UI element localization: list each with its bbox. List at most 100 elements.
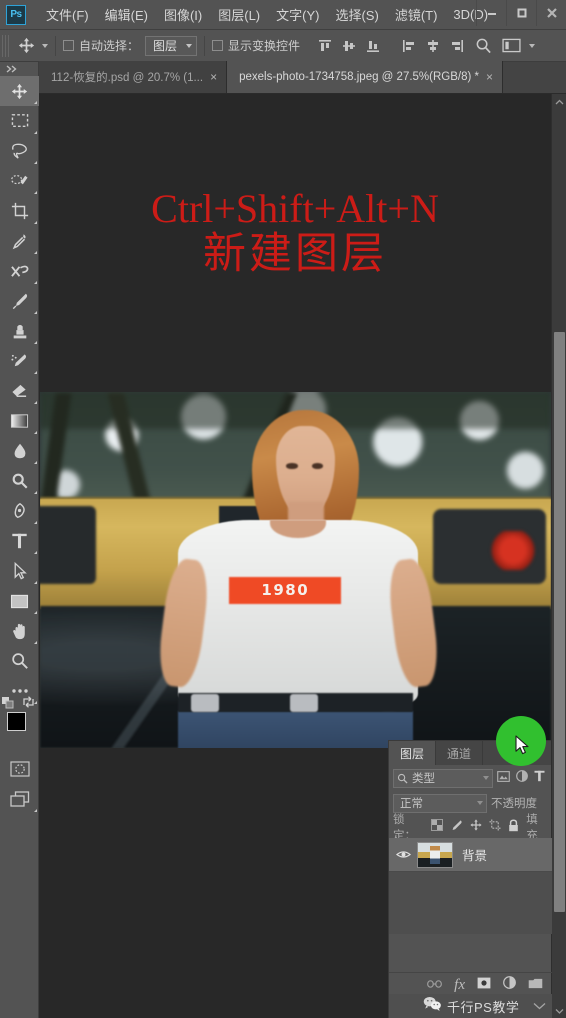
active-tool-preview-move-tool[interactable] bbox=[13, 34, 39, 58]
brush-tool[interactable] bbox=[0, 286, 39, 316]
zoom-tool[interactable] bbox=[0, 646, 39, 676]
swap-colors-icon[interactable] bbox=[22, 696, 35, 711]
auto-select-label: 自动选择： bbox=[79, 39, 140, 53]
lock-transparent-pixels-icon[interactable] bbox=[431, 819, 444, 834]
auto-select-target-dropdown[interactable]: 图层 bbox=[145, 35, 198, 56]
rectangular-marquee-tool[interactable] bbox=[0, 106, 39, 136]
layer-thumbnail[interactable] bbox=[417, 841, 453, 868]
gradient-icon bbox=[10, 414, 29, 428]
menu-file[interactable]: 文件(F) bbox=[38, 2, 97, 27]
lock-image-pixels-icon[interactable] bbox=[450, 819, 463, 835]
canvas-vertical-scrollbar[interactable] bbox=[551, 94, 566, 1018]
screen-mode-icon bbox=[9, 790, 29, 807]
foreground-color-swatch[interactable] bbox=[7, 712, 26, 731]
eyedropper-tool[interactable] bbox=[0, 226, 39, 256]
tool-preset-chevron-down-icon[interactable] bbox=[42, 43, 48, 48]
new-adjustment-layer-icon[interactable] bbox=[503, 976, 516, 994]
chevron-down-icon bbox=[477, 801, 483, 805]
panel-tab-layers[interactable]: 图层 bbox=[389, 741, 437, 765]
scroll-down-arrow-button[interactable] bbox=[552, 1003, 566, 1018]
align-left-edges-button[interactable] bbox=[398, 35, 420, 57]
layer-list-empty-area bbox=[389, 872, 552, 934]
new-group-icon[interactable] bbox=[528, 976, 543, 994]
brush-icon bbox=[12, 293, 27, 310]
move-tool[interactable] bbox=[0, 76, 39, 106]
healing-brush-tool[interactable] bbox=[0, 256, 39, 286]
tools-panel-collapse-button[interactable] bbox=[0, 62, 38, 76]
quick-mask-button[interactable] bbox=[0, 754, 39, 784]
menu-select[interactable]: 选择(S) bbox=[327, 2, 386, 27]
blur-tool[interactable] bbox=[0, 436, 39, 466]
tool-flyout-triangle-icon bbox=[34, 311, 37, 314]
layer-filter-row: 类型 bbox=[389, 765, 551, 791]
scroll-up-arrow-button[interactable] bbox=[552, 94, 566, 109]
align-right-edges-button[interactable] bbox=[446, 35, 468, 57]
lock-artboard-nesting-icon[interactable] bbox=[489, 819, 501, 834]
pen-tool[interactable] bbox=[0, 496, 39, 526]
layer-filter-type-dropdown[interactable]: 类型 bbox=[393, 768, 493, 788]
photo-eye-right bbox=[311, 463, 324, 469]
filter-image-icon[interactable] bbox=[497, 769, 510, 787]
menu-image[interactable]: 图像(I) bbox=[156, 2, 210, 27]
quick-selection-icon bbox=[11, 174, 28, 185]
vertical-scroll-thumb[interactable] bbox=[554, 332, 565, 912]
eraser-tool[interactable] bbox=[0, 376, 39, 406]
minimize-button[interactable] bbox=[476, 0, 506, 26]
tool-flyout-triangle-icon bbox=[34, 101, 37, 104]
add-layer-mask-icon[interactable] bbox=[477, 976, 491, 994]
photo-belt-buckle-1 bbox=[190, 693, 219, 712]
search-button[interactable] bbox=[472, 35, 494, 57]
lock-row: 锁定： 填充 bbox=[389, 814, 551, 842]
tab-close-icon[interactable]: × bbox=[486, 71, 493, 83]
history-brush-tool[interactable] bbox=[0, 346, 39, 376]
tool-flyout-triangle-icon bbox=[34, 641, 37, 644]
options-bar-grip[interactable] bbox=[2, 34, 9, 57]
layer-visibility-eye-icon[interactable] bbox=[389, 849, 417, 860]
arrange-documents-button[interactable] bbox=[500, 35, 522, 57]
align-vertical-centers-icon bbox=[343, 40, 356, 51]
close-button[interactable] bbox=[536, 0, 566, 26]
dodge-tool[interactable] bbox=[0, 466, 39, 496]
panel-tab-channels[interactable]: 通道 bbox=[436, 741, 484, 765]
lasso-tool[interactable] bbox=[0, 136, 39, 166]
options-overflow-chevron-down-icon[interactable] bbox=[529, 43, 536, 48]
horizontal-type-tool[interactable] bbox=[0, 526, 39, 556]
align-top-edges-button[interactable] bbox=[314, 35, 336, 57]
menu-edit[interactable]: 编辑(E) bbox=[97, 2, 156, 27]
photo-woman-1980-tshirt: 1980 bbox=[40, 392, 551, 748]
align-horizontal-centers-button[interactable] bbox=[422, 35, 444, 57]
lock-position-icon[interactable] bbox=[470, 819, 482, 834]
layer-style-fx-icon[interactable]: fx bbox=[454, 977, 465, 994]
tab-112-recovered-psd[interactable]: 112-恢复的.psd @ 20.7% (1... × bbox=[39, 61, 228, 93]
clone-stamp-tool[interactable] bbox=[0, 316, 39, 346]
tab-pexels-photo[interactable]: pexels-photo-1734758.jpeg @ 27.5%(RGB/8)… bbox=[227, 61, 504, 93]
blend-mode-value: 正常 bbox=[400, 798, 423, 810]
hand-tool[interactable] bbox=[0, 616, 39, 646]
chevron-down-icon[interactable] bbox=[533, 997, 546, 1015]
align-vertical-centers-button[interactable] bbox=[338, 35, 360, 57]
pen-icon bbox=[14, 502, 25, 519]
link-layers-icon[interactable] bbox=[427, 976, 443, 994]
filter-adjustment-icon[interactable] bbox=[516, 769, 528, 787]
quick-selection-tool[interactable] bbox=[0, 166, 39, 196]
lock-all-icon[interactable] bbox=[508, 818, 519, 835]
menu-layer[interactable]: 图层(L) bbox=[210, 2, 268, 27]
watermark-text: 千行PS教学 bbox=[447, 999, 520, 1015]
wechat-icon bbox=[423, 996, 442, 1016]
menu-filter[interactable]: 滤镜(T) bbox=[387, 2, 446, 27]
options-separator-2 bbox=[204, 35, 206, 56]
screen-mode-button[interactable] bbox=[0, 784, 39, 814]
show-transform-controls-checkbox[interactable] bbox=[212, 40, 224, 51]
layer-row-background[interactable]: 背景 bbox=[389, 838, 552, 872]
filter-type-icon[interactable] bbox=[534, 769, 545, 787]
maximize-button[interactable] bbox=[506, 0, 536, 26]
crop-tool[interactable] bbox=[0, 196, 39, 226]
auto-select-checkbox[interactable] bbox=[63, 40, 74, 51]
rectangle-tool[interactable] bbox=[0, 586, 39, 616]
opacity-label: 不透明度 bbox=[491, 798, 537, 810]
menu-type[interactable]: 文字(Y) bbox=[268, 2, 327, 27]
align-bottom-edges-button[interactable] bbox=[362, 35, 384, 57]
path-selection-tool[interactable] bbox=[0, 556, 39, 586]
tab-close-icon[interactable]: × bbox=[210, 71, 217, 83]
gradient-tool[interactable] bbox=[0, 406, 39, 436]
